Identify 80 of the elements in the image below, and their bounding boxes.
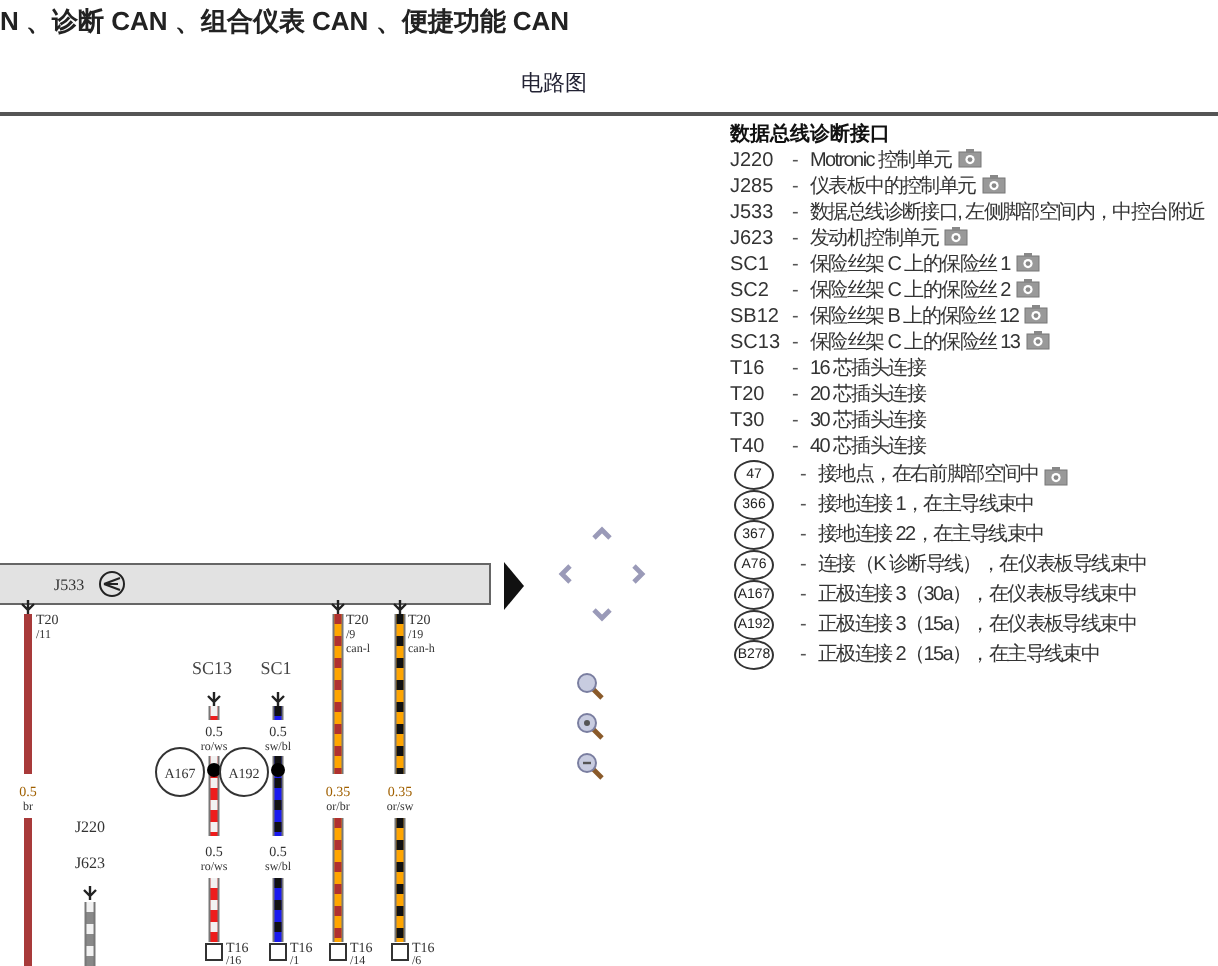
legend-description: 仪表板中的控制单元 [810,174,976,200]
legend-heading: 数据总线诊断接口 [730,122,892,148]
legend-dash: - [792,200,801,226]
legend-description: 保险丝架 C 上的保险丝 13 [810,330,1020,356]
legend-description: 20 芯插头连接 [810,382,926,408]
zoom-reset-icon[interactable] [576,712,604,740]
zoom-in-icon[interactable] [576,672,604,700]
legend-code: SC13 [730,330,783,356]
legend-code: J285 [730,174,776,200]
legend-dash: - [792,330,801,356]
legend-description: 40 芯插头连接 [810,434,926,460]
pan-right-icon[interactable] [626,562,650,586]
legend-code: T40 [730,434,767,460]
legend-dash: - [800,522,809,548]
view-title: 电路图 [521,72,587,96]
legend-dash: - [792,226,801,252]
legend-description: 保险丝架 C 上的保险丝 1 [810,252,1010,278]
zoom-out-icon[interactable] [576,752,604,780]
legend-dash: - [792,408,801,434]
legend-description: 正极连接 2（15a），在主导线束中 [818,642,1100,668]
legend-dash: - [792,278,801,304]
legend-dash: - [800,552,809,578]
legend-dash: - [792,304,801,330]
camera-icon[interactable] [1015,252,1040,272]
legend-dash: - [800,582,809,608]
fuse-label: SC13 [192,658,232,678]
legend-description: 正极连接 3（15a），在仪表板导线束中 [818,612,1137,638]
legend-code: J533 [730,200,776,226]
camera-icon[interactable] [1025,330,1050,350]
junction-circle [155,747,205,797]
legend-code: SC1 [730,252,771,278]
component-label: J220 [74,818,106,836]
camera-icon[interactable] [944,226,969,246]
legend-description: 保险丝架 B 上的保险丝 12 [810,304,1019,330]
legend-dash: - [792,356,801,382]
legend-code: T20 [730,382,767,408]
legend-description: 连接（K 诊断导线），在仪表板导线束中 [818,552,1147,578]
legend-dash: - [800,642,809,668]
legend-dash: - [792,174,801,200]
legend-description: 数据总线诊断接口, 左侧脚部空间内，中控台附近 [810,200,1205,226]
legend-dash: - [792,382,801,408]
legend-dash: - [792,148,801,174]
connector-icon [269,943,287,961]
expand-arrow-icon[interactable] [504,562,524,610]
legend-code: T30 [730,408,767,434]
legend-code: SB12 [730,304,781,330]
camera-icon[interactable] [1024,304,1049,324]
page-title: N 、诊断 CAN 、组合仪表 CAN 、便捷功能 CAN [0,4,572,40]
pan-down-icon[interactable] [590,602,614,626]
legend-dash: - [800,462,809,488]
fuse-label: SC1 [260,658,292,678]
legend-dash: - [792,252,801,278]
camera-icon[interactable] [1044,465,1069,485]
pan-left-icon[interactable] [554,562,578,586]
legend-dash: - [800,612,809,638]
connector-icon [329,943,347,961]
legend-description: Motronic 控制单元 [810,148,952,174]
connector-icon [205,943,223,961]
camera-icon[interactable] [1015,278,1040,298]
legend-description: 接地点，在右前脚部空间中 [818,462,1039,488]
legend-dash: - [792,434,801,460]
legend-code: J220 [730,148,776,174]
camera-icon[interactable] [981,174,1006,194]
camera-icon[interactable] [957,148,982,168]
connector-icon [391,943,409,961]
legend-description: 30 芯插头连接 [810,408,926,434]
component-label: J623 [74,854,106,872]
diagnosis-icon [99,571,125,597]
legend-description: 保险丝架 C 上的保险丝 2 [810,278,1010,304]
legend-description: 接地连接 1，在主导线束中 [818,492,1034,518]
legend-description: 正极连接 3（30a），在仪表板导线束中 [818,582,1137,608]
junction-circle [219,747,269,797]
legend-dash: - [800,492,809,518]
legend-description: 发动机控制单元 [810,226,939,252]
legend-code: SC2 [730,278,771,304]
legend-code: T16 [730,356,767,382]
legend-description: 接地连接 22，在主导线束中 [818,522,1044,548]
legend-description: 16 芯插头连接 [810,356,926,382]
legend-code: J623 [730,226,776,252]
module-label: J533 [54,576,85,594]
